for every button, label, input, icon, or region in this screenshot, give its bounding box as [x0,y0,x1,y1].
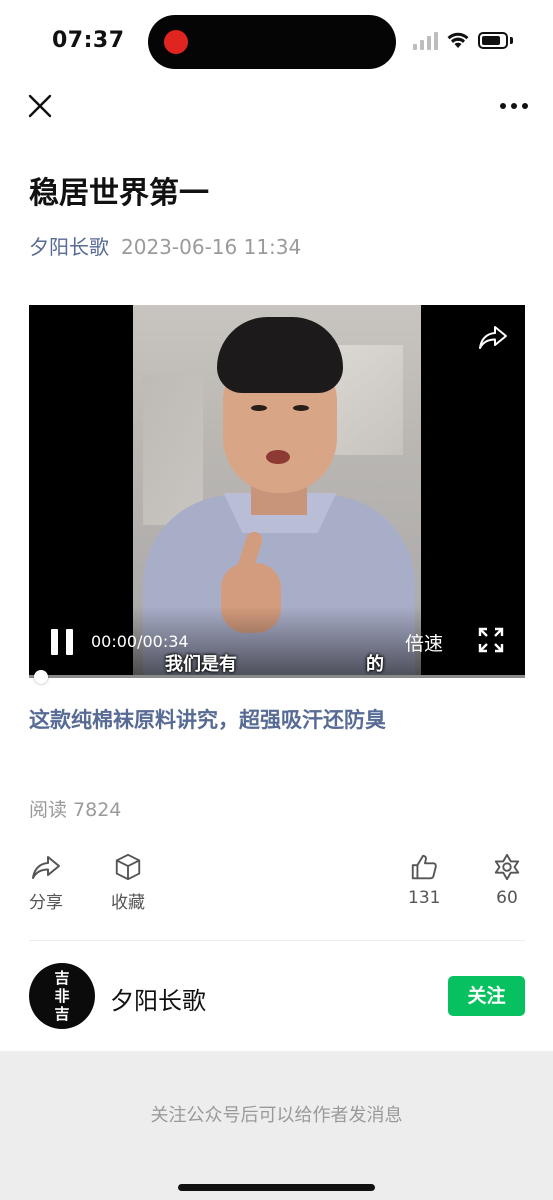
footer-bar: 关注公众号后可以给作者发消息 [0,1051,553,1200]
read-count: 阅读 7824 [29,799,122,821]
video-player[interactable]: 00:00/00:34 倍速 我们是有 的 [29,305,525,676]
share-button[interactable]: 分享 [29,852,63,913]
dynamic-island [148,15,396,69]
wifi-icon [447,32,469,48]
video-subtitle-left: 我们是有 [165,654,237,675]
presenter-hair [217,317,343,393]
status-bar: 07:37 [0,0,553,84]
fullscreen-icon[interactable] [477,626,505,654]
cellular-signal-icon [413,32,439,50]
battery-cap [510,37,513,44]
video-share-icon[interactable] [477,323,509,351]
article-title: 稳居世界第一 [29,176,209,211]
divider [29,940,525,941]
box-icon [115,853,141,881]
wow-button[interactable]: 60 [491,852,523,908]
like-button[interactable]: 131 [408,852,440,908]
presenter-mouth [266,450,290,464]
status-time: 07:37 [52,28,125,53]
presenter-eye-right [293,405,309,411]
share-icon [32,856,60,879]
video-controls: 00:00/00:34 倍速 [29,606,525,676]
flower-icon [494,853,520,881]
video-progress-knob[interactable] [33,670,48,684]
author-name[interactable]: 夕阳长歌 [110,981,206,1016]
wow-count: 60 [496,888,518,908]
close-icon[interactable] [26,92,54,120]
share-label: 分享 [29,893,63,913]
avatar-char: 非 [54,987,70,1005]
article-meta: 夕阳长歌 2023-06-16 11:34 [29,231,301,260]
collect-button[interactable]: 收藏 [111,852,145,913]
follow-button[interactable]: 关注 [448,976,525,1016]
pause-icon[interactable] [51,629,75,655]
like-count: 131 [408,888,441,908]
avatar-char: 吉 [54,969,70,987]
presenter-eye-left [251,405,267,411]
playback-speed-button[interactable]: 倍速 [405,629,443,656]
avatar-char: 吉 [54,1005,70,1023]
video-time: 00:00/00:34 [91,632,189,651]
author-avatar[interactable]: 吉 非 吉 [29,963,95,1029]
video-progress-track[interactable] [29,675,525,678]
collect-label: 收藏 [111,893,145,913]
article-author-link[interactable]: 夕阳长歌 [29,235,109,259]
product-link[interactable]: 这款纯棉袜原料讲究，超强吸汗还防臭 [29,704,386,734]
article-date: 2023-06-16 11:34 [121,235,302,259]
recording-indicator-icon [164,30,188,54]
video-subtitle-right: 的 [366,654,384,675]
thumbs-up-icon [412,854,437,880]
footer-message: 关注公众号后可以给作者发消息 [150,1105,403,1126]
more-icon[interactable] [498,96,530,116]
battery-icon [478,32,508,49]
home-indicator[interactable] [178,1184,375,1191]
